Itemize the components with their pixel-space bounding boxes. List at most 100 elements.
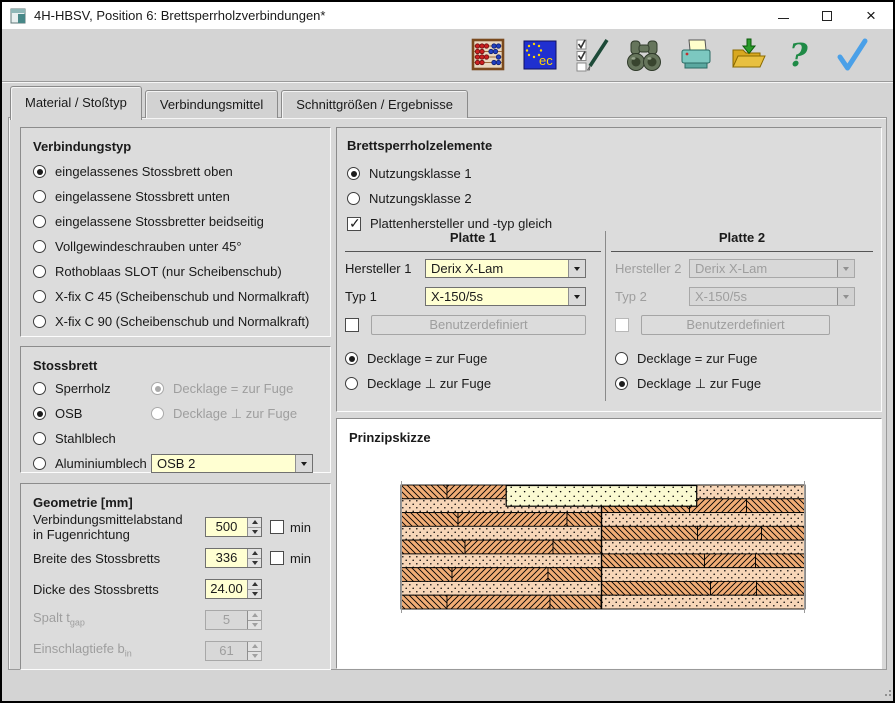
radio-row[interactable]: Decklage ⊥ zur Fuge xyxy=(345,375,586,392)
radio-label: Decklage = zur Fuge xyxy=(637,351,757,366)
checkbox-label: min xyxy=(290,520,311,535)
dropdown-button[interactable] xyxy=(568,288,585,305)
spin-up-icon xyxy=(252,644,258,648)
chevron-down-icon xyxy=(301,462,307,466)
confirm-check-icon xyxy=(834,37,870,73)
radio-row[interactable]: Decklage = zur Fuge xyxy=(615,350,855,367)
selected-value: Derix X-Lam xyxy=(431,261,568,276)
group-verbindungstyp: Verbindungstyp eingelassenes Stossbrett … xyxy=(20,127,331,337)
tab-bar: Material / Stoßtyp Verbindungsmittel Sch… xyxy=(10,83,468,118)
spinner-value: 5 xyxy=(206,611,247,629)
tab-material-stosstyp[interactable]: Material / Stoßtyp xyxy=(10,86,142,120)
custom-checkbox[interactable] xyxy=(345,318,359,332)
radio-row[interactable]: Vollgewindeschrauben unter 45° xyxy=(33,238,318,255)
radio-row[interactable]: eingelassene Stossbrett unten xyxy=(33,188,318,205)
field-label: Dicke des Stossbretts xyxy=(33,582,205,597)
radio-icon xyxy=(33,240,46,253)
radio-row[interactable]: Nutzungsklasse 1 xyxy=(347,165,871,182)
abacus-button[interactable] xyxy=(469,35,507,75)
min-checkbox-row[interactable]: min xyxy=(270,551,311,566)
maximize-icon xyxy=(822,11,832,21)
dropdown-button[interactable] xyxy=(295,455,312,472)
confirm-button[interactable] xyxy=(833,35,871,75)
prinzipskizze-title: Prinzipskizze xyxy=(349,430,869,445)
printer-button[interactable] xyxy=(677,35,715,75)
dropdown-button[interactable] xyxy=(568,260,585,277)
spin-down-icon xyxy=(252,592,258,596)
help-icon: ? xyxy=(787,37,813,73)
field-row: Breite des Stossbretts 336 min xyxy=(33,548,318,568)
hersteller1-select[interactable]: Derix X-Lam xyxy=(425,259,586,278)
typ-row: Typ 2 X-150/5s xyxy=(615,287,855,306)
spinner-value: 24.00 xyxy=(206,580,247,598)
spin-up-icon xyxy=(252,582,258,586)
radio-row[interactable]: eingelassene Stossbretter beidseitig xyxy=(33,213,318,230)
radio-row-disabled: Decklage ⊥ zur Fuge xyxy=(151,405,297,422)
spinner-buttons[interactable] xyxy=(247,580,261,598)
folder-save-button[interactable] xyxy=(729,35,767,75)
radio-row[interactable]: Nutzungsklasse 2 xyxy=(347,190,871,207)
group-brettsperrholzelemente: Brettsperrholzelemente Nutzungsklasse 1 … xyxy=(336,127,882,412)
field-label: Spalt tgap xyxy=(33,610,205,631)
folder-save-icon xyxy=(730,37,766,73)
radio-label: Decklage ⊥ zur Fuge xyxy=(367,376,491,392)
radio-row[interactable]: Aluminiumblech xyxy=(33,456,151,471)
radio-label: eingelassenes Stossbrett oben xyxy=(55,164,233,179)
field-label: Hersteller 1 xyxy=(345,261,425,276)
radio-label: Vollgewindeschrauben unter 45° xyxy=(55,239,242,254)
spinner-value: 500 xyxy=(206,518,247,536)
close-button[interactable]: × xyxy=(849,2,893,29)
min-checkbox-row[interactable]: min xyxy=(270,520,311,535)
binoculars-button[interactable] xyxy=(625,35,663,75)
einschlagtiefe-spinner: 61 xyxy=(205,641,262,661)
help-button[interactable]: ? xyxy=(781,35,819,75)
field-label: Einschlagtiefe bin xyxy=(33,641,205,662)
checklist-button[interactable] xyxy=(573,35,611,75)
abstand-spinner[interactable]: 500 xyxy=(205,517,262,537)
radio-label: X-fix C 45 (Scheibenschub und Normalkraf… xyxy=(55,289,309,304)
chevron-down-icon xyxy=(574,267,580,271)
radio-row[interactable]: Rothoblaas SLOT (nur Scheibenschub) xyxy=(33,263,318,280)
dropdown-button xyxy=(837,260,854,277)
typ1-select[interactable]: X-150/5s xyxy=(425,287,586,306)
radio-row[interactable]: Stahlblech xyxy=(33,431,151,446)
field-label: Typ 2 xyxy=(615,289,689,304)
selected-value: Derix X-Lam xyxy=(695,261,837,276)
radio-icon xyxy=(33,290,46,303)
eurocode-button[interactable]: ec xyxy=(521,35,559,75)
spinner-buttons[interactable] xyxy=(247,549,261,567)
toolbar: ec xyxy=(2,29,893,82)
tab-label: Material / Stoßtyp xyxy=(25,95,127,110)
tab-label: Verbindungsmittel xyxy=(160,97,263,112)
group-title: Verbindungstyp xyxy=(33,139,318,154)
radio-row-disabled: Decklage = zur Fuge xyxy=(151,380,293,397)
radio-icon xyxy=(33,165,46,178)
radio-row[interactable]: eingelassenes Stossbrett oben xyxy=(33,163,318,180)
chevron-down-icon xyxy=(843,267,849,271)
field-row: Verbindungsmittelabstandin Fugenrichtung… xyxy=(33,512,318,542)
tab-schnittgroessen-ergebnisse[interactable]: Schnittgrößen / Ergebnisse xyxy=(281,90,468,118)
radio-icon xyxy=(347,167,360,180)
radio-label: Decklage = zur Fuge xyxy=(173,381,293,396)
platte1-column: Hersteller 1 Derix X-Lam Typ 1 X-150/5s xyxy=(345,259,586,400)
radio-row[interactable]: X-fix C 90 (Scheibenschub und Normalkraf… xyxy=(33,313,318,330)
maximize-button[interactable] xyxy=(805,2,849,29)
abacus-icon xyxy=(470,38,506,72)
spinner-buttons[interactable] xyxy=(247,518,261,536)
dicke-spinner[interactable]: 24.00 xyxy=(205,579,262,599)
breite-spinner[interactable]: 336 xyxy=(205,548,262,568)
svg-text:ec: ec xyxy=(539,53,553,68)
field-row: Spalt tgap 5 xyxy=(33,610,318,630)
radio-row[interactable]: Decklage ⊥ zur Fuge xyxy=(615,375,855,392)
tab-verbindungsmittel[interactable]: Verbindungsmittel xyxy=(145,90,278,118)
hersteller2-select: Derix X-Lam xyxy=(689,259,855,278)
radio-row[interactable]: Sperrholz xyxy=(33,381,151,396)
osb-type-select[interactable]: OSB 2 xyxy=(151,454,313,473)
minimize-icon xyxy=(778,18,789,19)
radio-row[interactable]: OSB xyxy=(33,406,151,421)
radio-row[interactable]: X-fix C 45 (Scheibenschub und Normalkraf… xyxy=(33,288,318,305)
radio-label: Decklage = zur Fuge xyxy=(367,351,487,366)
radio-row[interactable]: Decklage = zur Fuge xyxy=(345,350,586,367)
resize-grip[interactable] xyxy=(885,694,887,696)
minimize-button[interactable] xyxy=(761,2,805,29)
